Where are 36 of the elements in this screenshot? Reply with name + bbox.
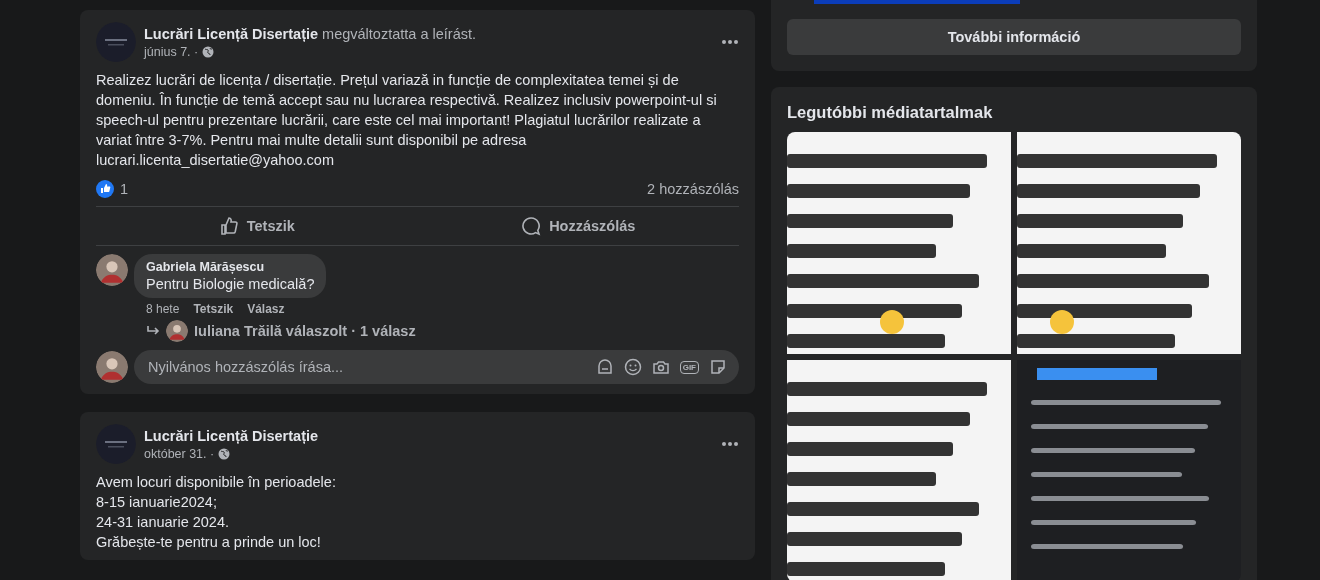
- speech-bubble-icon: [521, 216, 542, 236]
- comment-count[interactable]: 2 hozzászólás: [647, 181, 739, 197]
- comment-time[interactable]: 8 hete: [146, 302, 180, 316]
- camera-icon[interactable]: [651, 358, 670, 376]
- like-button[interactable]: Tetszik: [146, 209, 368, 243]
- post-text: Avem locuri disponibile în perioadele: 8-15 ianuarie2024; 24-31 ianuarie 2024. Grăbește-te pentru a prinde un loc!: [96, 473, 337, 552]
- commenter-name[interactable]: Gabriela Mărășescu: [146, 260, 315, 274]
- thumbs-up-icon: [218, 216, 239, 236]
- avatar[interactable]: [96, 254, 128, 286]
- post-text: Realizez lucrări de licența / disertație. Prețul variază in funcție de complexitatea temei și de domeniu. În funcție de temă accept sau nu lucrarea respectivă. Realizez inclusiv powerpoint-ul si speech-ul pentru prezentare lucrării, care este cel mai important! Plagiatul lucrărilor realizate a variat între 3-7%. Pentru mai multe detalii sunt disponibil pe adresa lucrari.licenta_disertatie@yahoo.com: [96, 71, 718, 170]
- globe-icon: [218, 447, 231, 460]
- post-date[interactable]: október 31. ·: [144, 446, 215, 461]
- comment-input-field[interactable]: Nyilvános hozzászólás írása... GIF: [134, 350, 739, 384]
- more-options-icon[interactable]: [721, 39, 739, 45]
- post-action: megváltoztatta a leírást.: [322, 25, 476, 42]
- comment-action-link[interactable]: Válasz: [247, 302, 285, 316]
- like-count[interactable]: 1: [120, 181, 129, 197]
- reply-summary-link[interactable]: Iuliana Trăilă válaszolt · 1 válasz: [194, 323, 416, 339]
- like-reaction-icon[interactable]: [96, 180, 114, 198]
- avatar-sticker-icon[interactable]: [595, 358, 614, 376]
- avatar[interactable]: [96, 351, 128, 383]
- more-options-icon[interactable]: [721, 441, 739, 447]
- comment-button[interactable]: Hozzászólás: [467, 209, 689, 243]
- globe-icon: [202, 45, 215, 58]
- media-title: Legutóbbi médiatartalmak: [787, 103, 994, 122]
- emoji-icon[interactable]: [623, 358, 642, 376]
- comment-action-link[interactable]: Tetszik: [193, 302, 234, 316]
- post-date[interactable]: június 7. ·: [144, 44, 199, 59]
- gif-button[interactable]: GIF: [679, 360, 699, 374]
- sticker-icon[interactable]: [709, 358, 727, 376]
- author-name[interactable]: Lucrări Licență Disertație: [144, 25, 319, 42]
- comment-text: Pentru Biologie medicală?: [146, 276, 315, 292]
- more-info-button[interactable]: További információ: [787, 19, 1241, 55]
- reply-arrow-icon: [146, 325, 160, 337]
- author-name[interactable]: Lucrări Licență Disertație: [144, 427, 319, 444]
- avatar[interactable]: [166, 320, 188, 342]
